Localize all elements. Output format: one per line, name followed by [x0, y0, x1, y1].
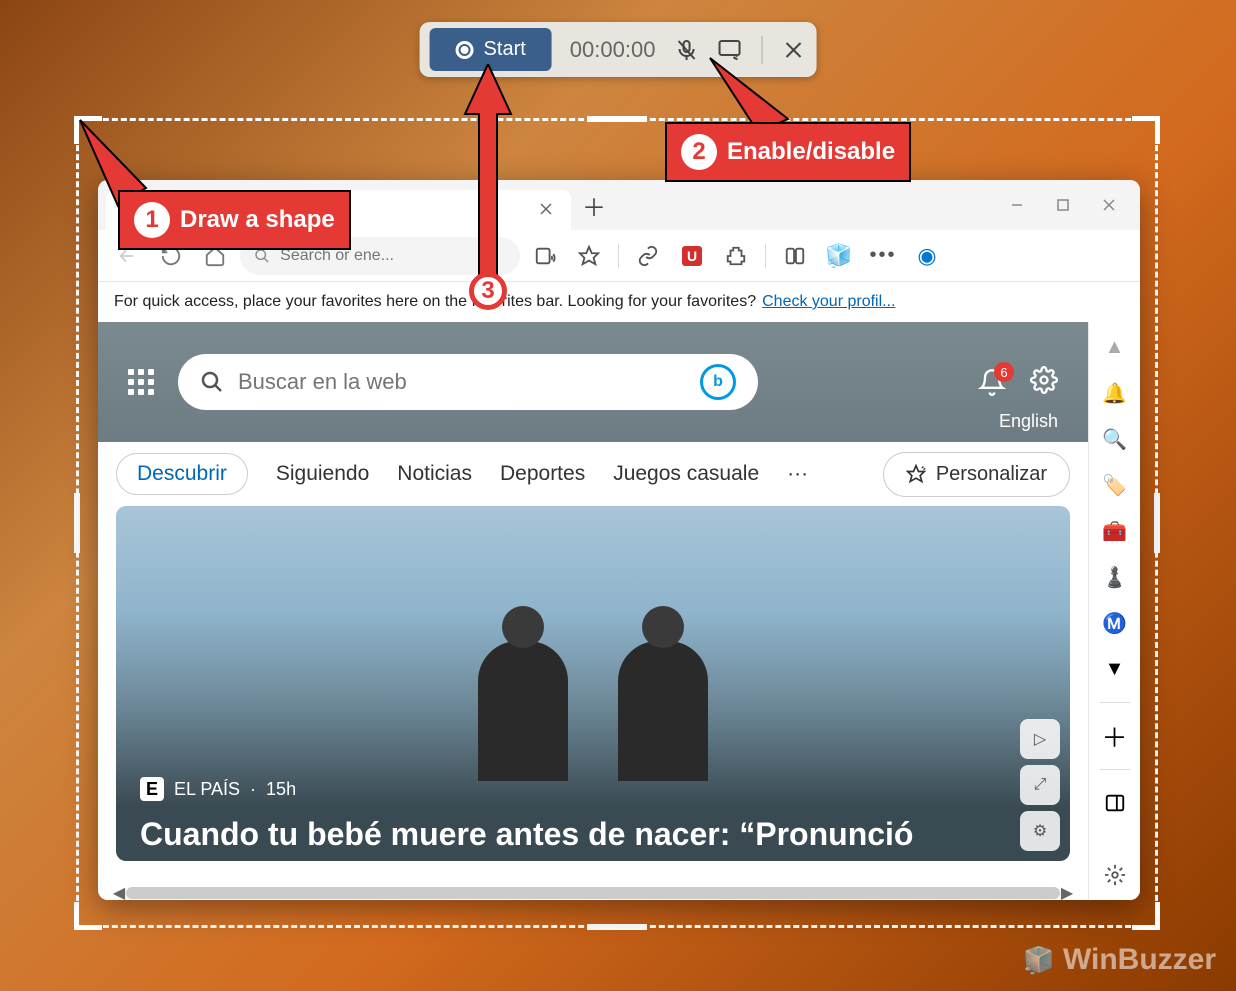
card-source: E EL PAÍS · 15h	[140, 777, 296, 801]
source-badge: E	[140, 777, 164, 801]
search-box[interactable]: b	[178, 354, 758, 410]
annotation-number: 1	[134, 202, 170, 238]
watermark: 🧊 WinBuzzer	[1023, 943, 1216, 977]
microsoft365-icon[interactable]: Ⓜ️	[1102, 610, 1128, 636]
notification-badge: 6	[994, 362, 1014, 382]
window-controls	[994, 185, 1132, 225]
resize-handle-left[interactable]	[74, 493, 80, 553]
divider	[618, 244, 619, 268]
favorites-bar-text: For quick access, place your favorites h…	[114, 293, 756, 311]
source-name: EL PAÍS	[174, 779, 240, 800]
maximize-button[interactable]	[1040, 185, 1086, 225]
horizontal-scrollbar[interactable]: ◀▶	[112, 886, 1074, 900]
timer-display: 00:00:00	[570, 37, 656, 63]
annotation-number: 2	[681, 134, 717, 170]
minimize-button[interactable]	[994, 185, 1040, 225]
tab-siguiendo[interactable]: Siguiendo	[276, 462, 369, 486]
annotation-arrow-3	[463, 64, 513, 284]
personalize-label: Personalizar	[936, 463, 1047, 486]
feed-tabs: Descubrir Siguiendo Noticias Deportes Ju…	[98, 442, 1088, 506]
window-close-button[interactable]	[1086, 185, 1132, 225]
personalize-button[interactable]: Personalizar	[883, 452, 1070, 497]
tab-close-icon[interactable]	[539, 202, 555, 218]
newtab-hero: b 6 English	[98, 322, 1088, 442]
extensions-icon[interactable]	[717, 237, 755, 275]
tab-noticias[interactable]: Noticias	[397, 462, 472, 486]
apps-grid-icon[interactable]	[128, 369, 154, 395]
chevron-down-icon[interactable]: ▼	[1102, 656, 1128, 682]
annotation-number-3: 3	[469, 272, 507, 310]
settings-icon[interactable]	[1102, 862, 1128, 888]
new-tab-button[interactable]: ＋	[579, 190, 609, 220]
content-area: b 6 English Descubrir Siguiendo Noticias	[98, 322, 1140, 900]
more-tabs-icon[interactable]: ···	[787, 462, 808, 486]
browser-window: ＋ U	[98, 180, 1140, 900]
add-icon[interactable]: ＋	[1102, 723, 1128, 749]
microphone-muted-icon[interactable]	[673, 37, 699, 63]
main-content: b 6 English Descubrir Siguiendo Noticias	[98, 322, 1088, 900]
copilot-icon[interactable]: ◉	[908, 237, 946, 275]
card-actions: ▷ ⤢ ⚙	[1020, 719, 1060, 851]
edge-sidebar: ▲ 🔔 🔍 🏷️ 🧰 ♟️ Ⓜ️ ▼ ＋	[1088, 322, 1140, 900]
hero-actions: 6	[978, 366, 1058, 399]
annotation-step-1: 1 Draw a shape	[118, 190, 351, 250]
resize-handle-top[interactable]	[587, 116, 647, 122]
menu-button[interactable]: •••	[864, 237, 902, 275]
language-label[interactable]: English	[999, 411, 1058, 432]
settings-gear-icon[interactable]	[1030, 366, 1058, 399]
bing-icon[interactable]: b	[700, 364, 736, 400]
resize-handle-bottom[interactable]	[587, 924, 647, 930]
ublock-icon[interactable]: U	[673, 237, 711, 275]
expand-icon[interactable]: ⤢	[1020, 765, 1060, 805]
shopping-tag-icon[interactable]: 🏷️	[1102, 472, 1128, 498]
tab-juegos[interactable]: Juegos casuale	[613, 462, 759, 486]
split-screen-icon[interactable]	[776, 237, 814, 275]
read-aloud-icon[interactable]	[526, 237, 564, 275]
tab-descubrir[interactable]: Descubrir	[116, 453, 248, 495]
annotation-text: Draw a shape	[180, 206, 335, 234]
news-card[interactable]: E EL PAÍS · 15h Cuando tu bebé muere ant…	[116, 506, 1070, 861]
annotation-text: Enable/disable	[727, 138, 895, 166]
card-headline: Cuando tu bebé muere antes de nacer: “Pr…	[140, 815, 1046, 853]
play-icon[interactable]: ▷	[1020, 719, 1060, 759]
favorites-bar: For quick access, place your favorites h…	[98, 282, 1140, 322]
notifications-icon[interactable]: 🔔	[1102, 380, 1128, 406]
divider	[765, 244, 766, 268]
resize-handle-tr[interactable]	[1132, 116, 1160, 144]
share-icon[interactable]: ⚙	[1020, 811, 1060, 851]
toolbox-icon[interactable]: 🧰	[1102, 518, 1128, 544]
favorites-star-icon[interactable]	[570, 237, 608, 275]
games-icon[interactable]: ♟️	[1102, 564, 1128, 590]
search-icon[interactable]: 🔍	[1102, 426, 1128, 452]
resize-handle-right[interactable]	[1154, 493, 1160, 553]
tab-deportes[interactable]: Deportes	[500, 462, 585, 486]
notifications-button[interactable]: 6	[978, 368, 1006, 396]
record-icon	[456, 41, 474, 59]
card-image-placeholder	[478, 641, 708, 781]
resize-handle-bl[interactable]	[74, 902, 102, 930]
start-label: Start	[484, 38, 526, 61]
divider	[1100, 769, 1130, 770]
favorites-bar-link[interactable]: Check your profil...	[762, 293, 895, 311]
web-search-input[interactable]	[238, 369, 686, 395]
scroll-up-icon[interactable]: ▲	[1102, 334, 1128, 360]
divider	[1100, 702, 1130, 703]
profile-icon[interactable]: 🧊	[820, 237, 858, 275]
card-time: 15h	[266, 779, 296, 800]
annotation-step-2: 2 Enable/disable	[665, 122, 911, 182]
resize-handle-br[interactable]	[1132, 902, 1160, 930]
link-icon[interactable]	[629, 237, 667, 275]
sidebar-toggle-icon[interactable]	[1102, 790, 1128, 816]
